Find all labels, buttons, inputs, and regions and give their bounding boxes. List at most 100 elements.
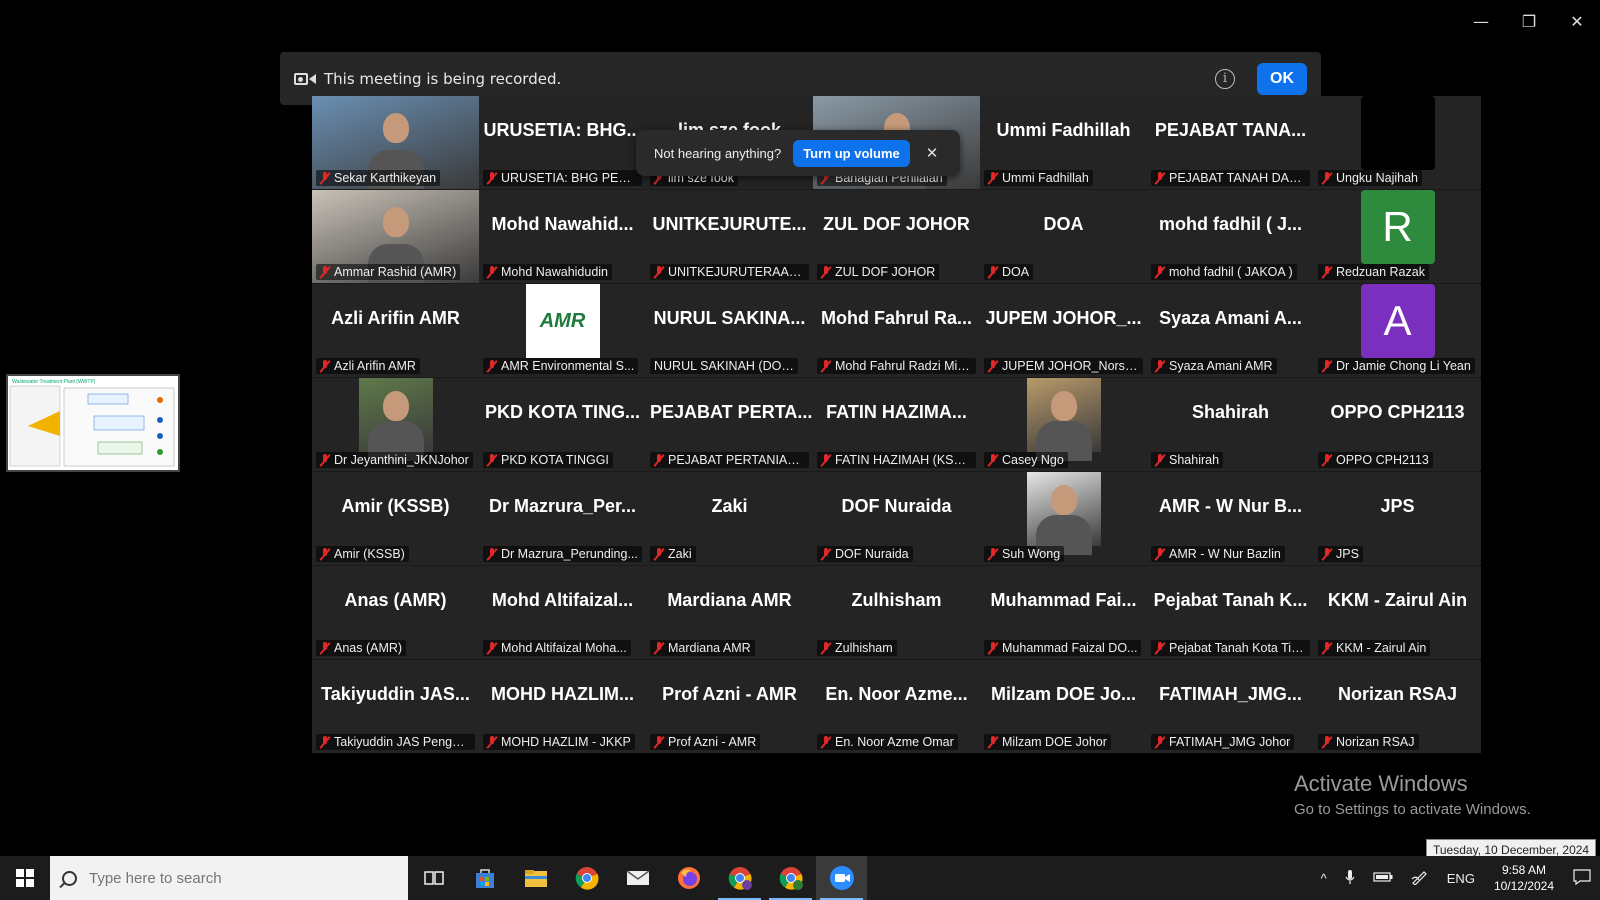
participant-avatar: R <box>1360 190 1435 264</box>
muted-mic-icon <box>1322 359 1332 373</box>
screen-share-thumbnail[interactable]: Wastewater Treatment Plant (WWTP) <box>6 374 180 472</box>
participant-tile[interactable]: Ungku Najihah <box>1314 96 1481 189</box>
chrome-profile-m-button[interactable] <box>714 856 765 900</box>
clock-time: 9:58 AM <box>1501 863 1546 877</box>
participant-tile[interactable]: Ummi Fadhillah Ummi Fadhillah <box>980 96 1147 189</box>
participant-nameplate: Milzam DOE Johor <box>984 734 1111 750</box>
participant-tile[interactable]: Muhammad Fai... Muhammad Faizal DO... <box>980 566 1147 659</box>
participant-tile[interactable]: Dr Jeyanthini_JKNJohor <box>312 378 479 471</box>
participant-display-name: KKM - Zairul Ain <box>1327 590 1468 610</box>
participant-name: mohd fadhil ( JAKOA ) <box>1169 265 1293 279</box>
ok-button[interactable]: OK <box>1257 62 1307 95</box>
participant-nameplate: Shahirah <box>1151 452 1224 468</box>
person-silhouette <box>1050 391 1077 422</box>
participant-tile[interactable]: Mardiana AMR Mardiana AMR <box>646 566 813 659</box>
participant-tile[interactable]: Ammar Rashid (AMR) <box>312 190 479 283</box>
participant-tile[interactable]: JUPEM JOHOR_... JUPEM JOHOR_Norsy... <box>980 284 1147 377</box>
file-explorer-button[interactable] <box>510 856 561 900</box>
participant-tile[interactable]: OPPO CPH2113 OPPO CPH2113 <box>1314 378 1481 471</box>
participant-display-name: Dr Mazrura_Per... <box>488 496 637 516</box>
participant-tile[interactable]: Takiyuddin JAS... Takiyuddin JAS Penger..… <box>312 660 479 753</box>
participant-nameplate: Zaki <box>650 546 696 562</box>
participant-tile[interactable]: UNITKEJURUTE... UNITKEJURUTERAANJ... <box>646 190 813 283</box>
firefox-button[interactable] <box>663 856 714 900</box>
participant-tile[interactable]: DOF Nuraida DOF Nuraida <box>813 472 980 565</box>
chrome-profile-r-button[interactable] <box>765 856 816 900</box>
participant-tile[interactable]: Casey Ngo <box>980 378 1147 471</box>
zoom-button[interactable] <box>816 856 867 900</box>
participant-tile[interactable]: FATIN HAZIMA... FATIN HAZIMAH (KSSB) <box>813 378 980 471</box>
participant-tile[interactable]: R Redzuan Razak <box>1314 190 1481 283</box>
participant-name: Dr Jeyanthini_JKNJohor <box>334 453 469 467</box>
pen-icon[interactable] <box>1402 869 1438 888</box>
participant-tile[interactable]: PEJABAT TANA... PEJABAT TANAH DAN ... <box>1147 96 1314 189</box>
battery-icon[interactable] <box>1364 871 1402 886</box>
participant-tile[interactable]: PEJABAT PERTA... PEJABAT PERTANIAN D... <box>646 378 813 471</box>
participant-tile[interactable]: A Dr Jamie Chong Li Yean <box>1314 284 1481 377</box>
participant-tile[interactable]: Mohd Nawahid... Mohd Nawahidudin <box>479 190 646 283</box>
participant-tile[interactable]: Syaza Amani A... Syaza Amani AMR <box>1147 284 1314 377</box>
language-indicator[interactable]: ENG <box>1438 871 1484 886</box>
participant-tile[interactable]: ZUL DOF JOHOR ZUL DOF JOHOR <box>813 190 980 283</box>
restore-button[interactable]: ❐ <box>1516 8 1542 34</box>
participant-tile[interactable]: Norizan RSAJ Norizan RSAJ <box>1314 660 1481 753</box>
participant-display-name: Mohd Altifaizal... <box>491 590 634 610</box>
info-icon[interactable]: i <box>1215 68 1235 89</box>
tray-chevron-icon[interactable]: ^ <box>1312 871 1336 886</box>
participant-display-name: Milzam DOE Jo... <box>990 684 1137 704</box>
participant-tile[interactable]: Azli Arifin AMR Azli Arifin AMR <box>312 284 479 377</box>
participant-name: ZUL DOF JOHOR <box>835 265 936 279</box>
participant-tile[interactable]: PKD KOTA TING... PKD KOTA TINGGI <box>479 378 646 471</box>
participant-nameplate: Suh Wong <box>984 546 1065 562</box>
turn-up-volume-button[interactable]: Turn up volume <box>793 139 910 167</box>
participant-tile[interactable]: Suh Wong <box>980 472 1147 565</box>
participant-display-name: PEJABAT TANA... <box>1154 120 1307 140</box>
taskbar-search[interactable] <box>50 856 408 900</box>
participant-tile[interactable]: Dr Mazrura_Per... Dr Mazrura_Perunding... <box>479 472 646 565</box>
start-button[interactable] <box>0 856 50 900</box>
task-view-button[interactable] <box>408 856 459 900</box>
participant-tile[interactable]: AMR - W Nur B... AMR - W Nur Bazlin <box>1147 472 1314 565</box>
participant-tile[interactable]: Mohd Altifaizal... Mohd Altifaizal Moha..… <box>479 566 646 659</box>
close-button[interactable]: ✕ <box>1564 8 1590 34</box>
muted-mic-icon <box>821 453 831 467</box>
participant-name: OPPO CPH2113 <box>1336 453 1429 467</box>
participant-tile[interactable]: mohd fadhil ( J... mohd fadhil ( JAKOA ) <box>1147 190 1314 283</box>
participant-tile[interactable]: Mohd Fahrul Ra... Mohd Fahrul Radzi Mis..… <box>813 284 980 377</box>
participant-tile[interactable]: Zulhisham Zulhisham <box>813 566 980 659</box>
participant-tile[interactable]: Anas (AMR) Anas (AMR) <box>312 566 479 659</box>
participant-display-name: JUPEM JOHOR_... <box>985 308 1142 328</box>
participant-tile[interactable]: Pejabat Tanah K... Pejabat Tanah Kota Tin… <box>1147 566 1314 659</box>
participant-nameplate: FATIMAH_JMG Johor <box>1151 734 1295 750</box>
microsoft-store-button[interactable] <box>459 856 510 900</box>
participant-tile[interactable]: KKM - Zairul Ain KKM - Zairul Ain <box>1314 566 1481 659</box>
participant-tile[interactable]: MOHD HAZLIM... MOHD HAZLIM - JKKP <box>479 660 646 753</box>
participant-tile[interactable]: Zaki Zaki <box>646 472 813 565</box>
chrome-button[interactable] <box>561 856 612 900</box>
notification-icon[interactable] <box>1564 868 1600 888</box>
participant-tile[interactable]: Prof Azni - AMR Prof Azni - AMR <box>646 660 813 753</box>
participant-tile[interactable]: Amir (KSSB) Amir (KSSB) <box>312 472 479 565</box>
participant-tile[interactable]: URUSETIA: BHG... URUSETIA: BHG PENIL... <box>479 96 646 189</box>
participant-tile[interactable]: JPS JPS <box>1314 472 1481 565</box>
participant-tile[interactable]: FATIMAH_JMG... FATIMAH_JMG Johor <box>1147 660 1314 753</box>
participant-nameplate: Mohd Nawahidudin <box>483 264 613 280</box>
participant-tile[interactable]: AMR AMR Environmental S... <box>479 284 646 377</box>
participant-tile[interactable]: En. Noor Azme... En. Noor Azme Omar <box>813 660 980 753</box>
microphone-icon[interactable] <box>1336 869 1364 888</box>
window-controls: — ❐ ✕ <box>1468 8 1590 34</box>
participant-tile[interactable]: Sekar Karthikeyan <box>312 96 479 189</box>
folder-icon <box>524 870 547 887</box>
participant-tile[interactable]: NURUL SAKINA... NURUL SAKINAH (DOE-H... <box>646 284 813 377</box>
minimize-button[interactable]: — <box>1468 8 1494 34</box>
participant-tile[interactable]: Milzam DOE Jo... Milzam DOE Johor <box>980 660 1147 753</box>
participant-tile[interactable]: Shahirah Shahirah <box>1147 378 1314 471</box>
participant-name: Ungku Najihah <box>1336 171 1418 185</box>
windows-logo-icon <box>16 869 34 887</box>
participant-tile[interactable]: DOA DOA <box>980 190 1147 283</box>
taskbar-clock[interactable]: 9:58 AM 10/12/2024 <box>1484 862 1564 894</box>
mail-button[interactable] <box>612 856 663 900</box>
close-icon[interactable]: ✕ <box>926 144 939 162</box>
participant-name: Sekar Karthikeyan <box>334 171 437 185</box>
search-input[interactable] <box>89 869 369 887</box>
